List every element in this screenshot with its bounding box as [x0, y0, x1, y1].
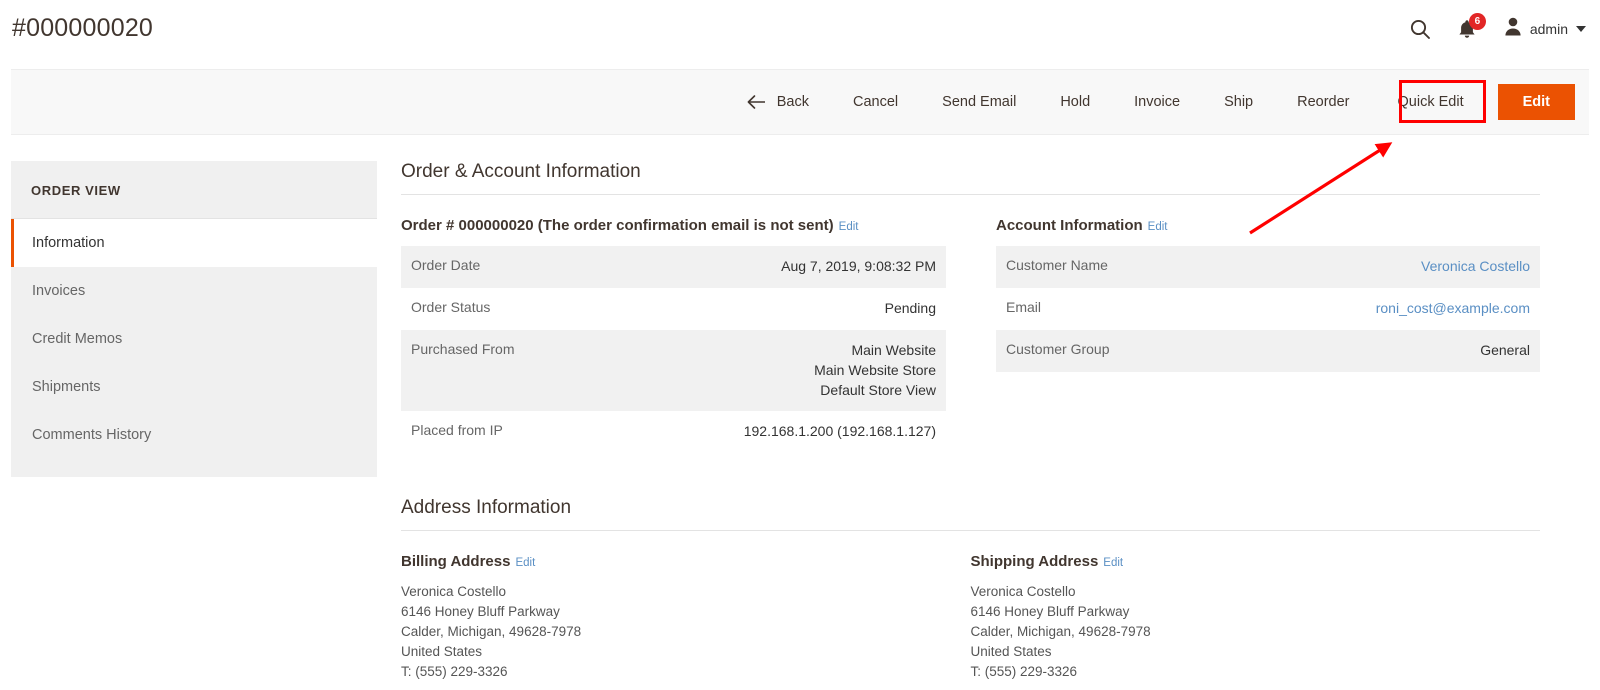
edit-button[interactable]: Edit: [1497, 84, 1575, 120]
order-edit-link[interactable]: Edit: [839, 221, 859, 233]
address-columns: Billing Address Edit Veronica Costello 61…: [401, 553, 1540, 682]
row-value-line: Main Website Store: [814, 361, 936, 378]
billing-address-lines: Veronica Costello 6146 Honey Bluff Parkw…: [401, 582, 971, 682]
row-value: General: [1480, 341, 1530, 358]
admin-username: admin: [1529, 21, 1568, 37]
customer-email-link[interactable]: roni_cost@example.com: [1376, 300, 1530, 316]
row-value: Aug 7, 2019, 9:08:32 PM: [781, 258, 936, 274]
row-label: Customer Group: [1006, 340, 1110, 357]
row-value: roni_cost@example.com: [1223, 288, 1540, 330]
shipping-address-title-text: Shipping Address: [970, 553, 1099, 571]
shipping-address-edit-link[interactable]: Edit: [1103, 557, 1123, 569]
row-label: Customer Name: [1006, 257, 1108, 273]
header-actions: 6 admin: [1409, 12, 1586, 46]
order-information-block: Order # 000000020 (The order confirmatio…: [401, 217, 946, 454]
reorder-button[interactable]: Reorder: [1275, 86, 1371, 118]
billing-address-edit-link[interactable]: Edit: [515, 557, 535, 569]
row-value-line: Main Website: [851, 341, 936, 358]
billing-address-title-text: Billing Address: [401, 553, 511, 571]
address-line: United States: [401, 644, 483, 660]
table-row: Order Date Aug 7, 2019, 9:08:32 PM: [401, 246, 946, 288]
ship-button[interactable]: Ship: [1202, 86, 1275, 118]
back-button[interactable]: Back: [731, 86, 831, 118]
address-line: 6146 Honey Bluff Parkway: [970, 604, 1130, 620]
order-information-table: Order Date Aug 7, 2019, 9:08:32 PM Order…: [401, 246, 946, 454]
cancel-button[interactable]: Cancel: [831, 86, 920, 118]
row-value: Pending: [884, 299, 936, 316]
address-line: Calder, Michigan, 49628-7978: [401, 624, 582, 640]
arrow-left-icon: [747, 95, 766, 109]
sidebar-title: ORDER VIEW: [11, 161, 377, 219]
row-label: Purchased From: [411, 340, 515, 357]
row-label: Order Date: [411, 257, 481, 273]
back-button-label: Back: [776, 94, 810, 110]
row-value: Main Website Main Website Store Default …: [603, 330, 946, 412]
address-line: Calder, Michigan, 49628-7978: [970, 624, 1151, 640]
hold-button[interactable]: Hold: [1038, 86, 1112, 118]
address-line: Veronica Costello: [401, 584, 507, 600]
address-line: Veronica Costello: [970, 584, 1076, 600]
search-icon[interactable]: [1409, 18, 1431, 40]
page-title: #000000020: [12, 14, 154, 42]
order-account-columns: Order # 000000020 (The order confirmatio…: [401, 217, 1540, 454]
page-header: #000000020 6 admin: [0, 0, 1600, 62]
quick-edit-button[interactable]: Quick Edit: [1380, 86, 1482, 118]
table-row: Customer Name Veronica Costello: [996, 246, 1540, 288]
row-value: 192.168.1.200 (192.168.1.127): [743, 423, 936, 440]
sidebar-item-invoices[interactable]: Invoices: [11, 267, 377, 315]
order-block-title: Order # 000000020 (The order confirmatio…: [401, 217, 946, 234]
row-label: Order Status: [411, 298, 491, 315]
account-information-table: Customer Name Veronica Costello Email ro…: [996, 246, 1540, 372]
order-view-sidebar: ORDER VIEW Information Invoices Credit M…: [11, 161, 377, 477]
billing-address-block: Billing Address Edit Veronica Costello 61…: [401, 553, 971, 682]
table-row: Placed from IP 192.168.1.200 (192.168.1.…: [401, 411, 946, 454]
send-email-button[interactable]: Send Email: [920, 86, 1038, 118]
sidebar-item-shipments[interactable]: Shipments: [11, 363, 377, 411]
table-row: Email roni_cost@example.com: [996, 287, 1540, 330]
sidebar-item-credit-memos[interactable]: Credit Memos: [11, 315, 377, 363]
address-line: United States: [970, 644, 1052, 660]
notifications-count-badge: 6: [1468, 12, 1486, 30]
table-row: Order Status Pending: [401, 287, 946, 330]
table-row: Purchased From Main Website Main Website…: [401, 329, 946, 412]
row-label: Email: [1006, 298, 1042, 315]
shipping-address-title: Shipping Address Edit: [971, 553, 1541, 570]
shipping-address-lines: Veronica Costello 6146 Honey Bluff Parkw…: [971, 582, 1541, 682]
account-edit-link[interactable]: Edit: [1148, 221, 1168, 233]
address-line: T: (555) 229-3326: [401, 664, 508, 680]
account-block-title: Account Information Edit: [996, 217, 1540, 234]
shipping-address-block: Shipping Address Edit Veronica Costello 6…: [971, 553, 1541, 682]
chevron-down-icon: [1576, 26, 1586, 32]
order-account-section-title: Order & Account Information: [401, 161, 1540, 195]
page-actions-toolbar: Back Cancel Send Email Hold Invoice Ship…: [11, 69, 1589, 135]
account-information-block: Account Information Edit Customer Name Ve…: [996, 217, 1540, 453]
account-block-title-text: Account Information: [996, 217, 1143, 234]
order-view-page: #000000020 6 admin Back Cancel Send Emai…: [0, 0, 1600, 690]
admin-menu[interactable]: admin: [1503, 16, 1586, 42]
billing-address-title: Billing Address Edit: [401, 553, 971, 570]
invoice-button[interactable]: Invoice: [1112, 86, 1202, 118]
order-block-title-text: Order # 000000020 (The order confirmatio…: [401, 217, 834, 234]
address-line: T: (555) 229-3326: [970, 664, 1078, 680]
notifications-bell-icon[interactable]: 6: [1457, 12, 1486, 40]
sidebar-item-comments-history[interactable]: Comments History: [11, 411, 377, 459]
customer-name-link[interactable]: Veronica Costello: [1421, 258, 1530, 274]
sidebar-item-information[interactable]: Information: [11, 219, 377, 267]
address-information-section: Address Information Billing Address Edit …: [401, 497, 1540, 682]
address-line: 6146 Honey Bluff Parkway: [401, 604, 560, 620]
main-content: Order & Account Information Order # 0000…: [401, 161, 1540, 682]
table-row: Customer Group General: [996, 329, 1540, 372]
user-avatar-icon: [1503, 16, 1523, 42]
row-value-line: Default Store View: [820, 381, 936, 398]
row-value: Veronica Costello: [1223, 246, 1540, 288]
column-spacer: [946, 217, 996, 453]
address-section-title: Address Information: [401, 497, 1540, 532]
row-label: Placed from IP: [411, 422, 503, 439]
toolbar-buttons: Back Cancel Send Email Hold Invoice Ship…: [731, 70, 1575, 134]
